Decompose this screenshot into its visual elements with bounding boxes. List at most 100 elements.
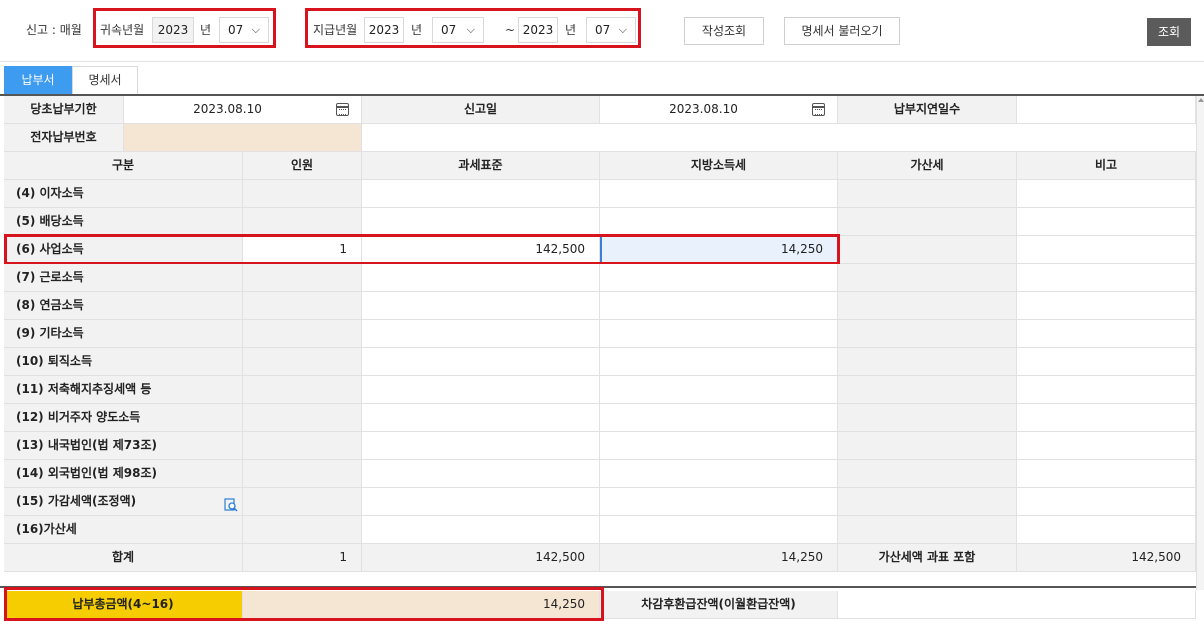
vertical-scrollbar[interactable] <box>1196 96 1204 590</box>
lookup-detail-icon[interactable] <box>224 495 238 512</box>
row-remarks[interactable] <box>1017 460 1196 488</box>
report-date-label: 신고일 <box>362 96 600 124</box>
row-remarks[interactable] <box>1017 376 1196 404</box>
total-local-tax: 14,250 <box>600 544 838 572</box>
row-people[interactable] <box>243 264 362 292</box>
attribution-month-select[interactable]: 07 ⌵ <box>219 17 269 43</box>
col-category: 구분 <box>4 152 243 180</box>
report-date-field[interactable]: 2023.08.10 <box>600 96 838 124</box>
payment-start-month-value: 07 <box>441 23 457 37</box>
payment-end-year-field[interactable]: 2023 <box>518 17 558 43</box>
row-local-tax[interactable] <box>600 264 838 292</box>
payment-end-month-select[interactable]: 07 ⌵ <box>586 17 636 43</box>
row-tax-base[interactable] <box>362 348 600 376</box>
row-tax-base[interactable] <box>362 516 600 544</box>
row-tax-base[interactable] <box>362 376 600 404</box>
row-people[interactable] <box>243 404 362 432</box>
row-remarks[interactable] <box>1017 320 1196 348</box>
attribution-year-field[interactable]: 2023 <box>152 17 194 43</box>
payment-month-label: 지급년월 <box>313 23 358 37</box>
load-statement-button[interactable]: 명세서 불러오기 <box>784 17 900 45</box>
row-remarks[interactable] <box>1017 180 1196 208</box>
row-remarks[interactable] <box>1017 488 1196 516</box>
tab-payment[interactable]: 납부서 <box>4 66 72 94</box>
row-people[interactable] <box>243 432 362 460</box>
refund-balance-value <box>838 591 1196 619</box>
row-local-tax[interactable] <box>600 180 838 208</box>
row-tax-base[interactable] <box>362 488 600 516</box>
write-lookup-button[interactable]: 작성조회 <box>684 17 764 45</box>
row-tax-base[interactable] <box>362 404 600 432</box>
row-people[interactable] <box>243 180 362 208</box>
scroll-up-icon[interactable] <box>1198 98 1204 102</box>
chevron-down-icon: ⌵ <box>251 23 260 36</box>
row-people[interactable] <box>243 376 362 404</box>
row-penalty <box>838 236 1017 264</box>
epay-number-field <box>124 124 362 152</box>
row-label: (4) 이자소득 <box>4 180 243 208</box>
row-people[interactable] <box>243 460 362 488</box>
row-local-tax[interactable] <box>600 432 838 460</box>
row-label: (9) 기타소득 <box>4 320 243 348</box>
tab-statement[interactable]: 명세서 <box>72 66 138 94</box>
row-label: (8) 연금소득 <box>4 292 243 320</box>
due-date-value: 2023.08.10 <box>193 102 262 116</box>
row-tax-base[interactable] <box>362 320 600 348</box>
row-people[interactable] <box>243 516 362 544</box>
row-local-tax[interactable] <box>600 516 838 544</box>
row-people[interactable] <box>243 488 362 516</box>
row-remarks[interactable] <box>1017 236 1196 264</box>
row-people[interactable] <box>243 292 362 320</box>
payment-start-year-field[interactable]: 2023 <box>364 17 404 43</box>
row-remarks[interactable] <box>1017 516 1196 544</box>
row-local-tax[interactable] <box>600 348 838 376</box>
row-people[interactable] <box>243 208 362 236</box>
row-tax-base[interactable] <box>362 460 600 488</box>
penalty-included-label: 가산세액 과표 포함 <box>838 544 1017 572</box>
row-penalty <box>838 432 1017 460</box>
row-local-tax[interactable] <box>600 208 838 236</box>
epay-filler <box>362 124 1196 152</box>
row-local-tax[interactable] <box>600 292 838 320</box>
row-local-tax[interactable] <box>600 488 838 516</box>
row-tax-base[interactable] <box>362 292 600 320</box>
row-tax-base[interactable]: 142,500 <box>362 236 600 264</box>
total-payment-label: 납부총금액(4~16) <box>4 591 243 619</box>
calendar-icon[interactable] <box>336 103 349 116</box>
search-button[interactable]: 조회 <box>1147 18 1191 46</box>
row-label: (14) 외국법인(법 제98조) <box>4 460 243 488</box>
row-penalty <box>838 488 1017 516</box>
row-people[interactable] <box>243 348 362 376</box>
attribution-month-label: 귀속년월 <box>100 23 145 37</box>
due-date-field[interactable]: 2023.08.10 <box>124 96 362 124</box>
due-date-label: 당초납부기한 <box>4 96 124 124</box>
row-tax-base[interactable] <box>362 264 600 292</box>
row-remarks[interactable] <box>1017 292 1196 320</box>
row-local-tax[interactable] <box>600 320 838 348</box>
row-label: (12) 비거주자 양도소득 <box>4 404 243 432</box>
row-remarks[interactable] <box>1017 208 1196 236</box>
filter-bar: 신고 : 매월 귀속년월 2023 년 07 ⌵ 지급년월 2023 년 07 … <box>0 0 1204 62</box>
col-remarks: 비고 <box>1017 152 1196 180</box>
row-local-tax[interactable] <box>600 376 838 404</box>
row-penalty <box>838 264 1017 292</box>
payment-start-month-select[interactable]: 07 ⌵ <box>432 17 484 43</box>
row-tax-base[interactable] <box>362 180 600 208</box>
penalty-included-value: 142,500 <box>1017 544 1196 572</box>
row-remarks[interactable] <box>1017 432 1196 460</box>
row-tax-base[interactable] <box>362 432 600 460</box>
row-local-tax[interactable] <box>600 404 838 432</box>
row-remarks[interactable] <box>1017 404 1196 432</box>
summary-divider <box>0 586 1198 588</box>
row-remarks[interactable] <box>1017 348 1196 376</box>
row-local-tax[interactable]: 14,250 <box>600 236 838 264</box>
row-remarks[interactable] <box>1017 264 1196 292</box>
total-people: 1 <box>243 544 362 572</box>
row-people[interactable] <box>243 320 362 348</box>
delay-days-field[interactable] <box>1017 96 1196 124</box>
row-tax-base[interactable] <box>362 208 600 236</box>
row-penalty <box>838 320 1017 348</box>
row-people[interactable]: 1 <box>243 236 362 264</box>
calendar-icon[interactable] <box>812 103 825 116</box>
row-local-tax[interactable] <box>600 460 838 488</box>
